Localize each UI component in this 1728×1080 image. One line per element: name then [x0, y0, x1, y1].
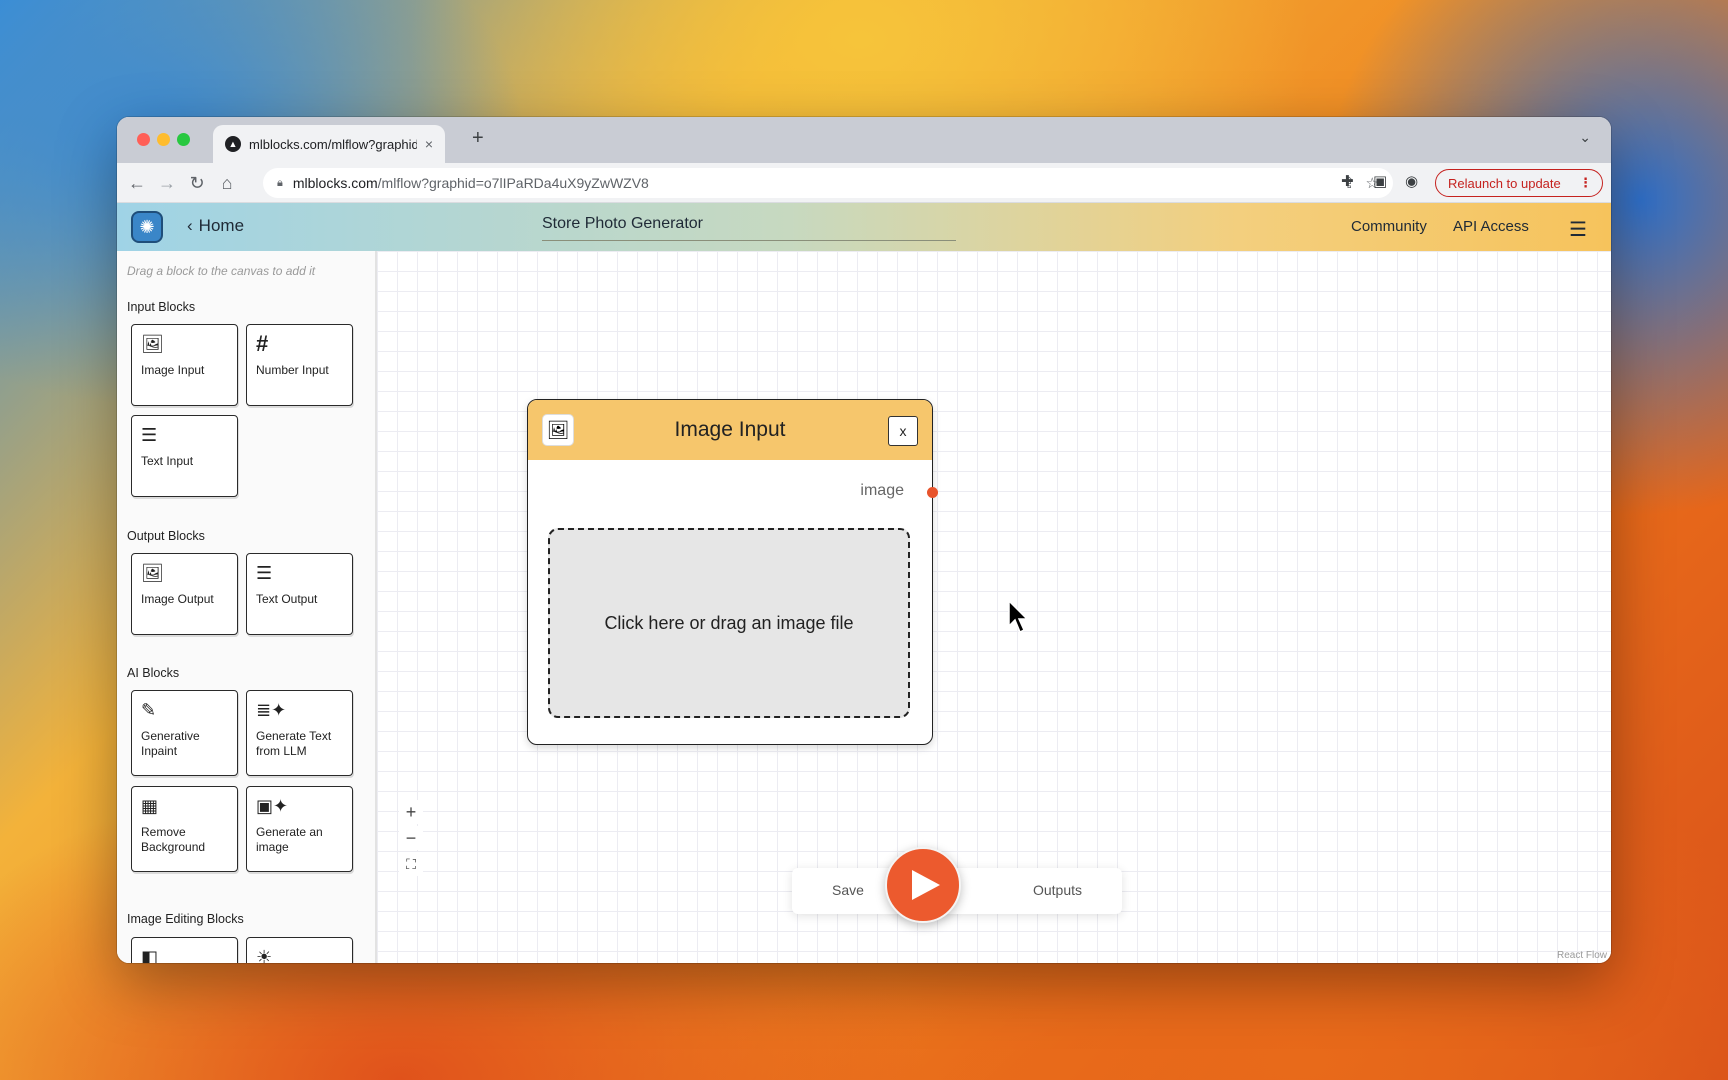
image-icon: 🖼︎ [542, 414, 574, 446]
block-generate-image[interactable]: ▣✦ Generate an image [246, 786, 353, 872]
section-title-output-blocks: Output Blocks [127, 529, 205, 543]
tab-search-icon[interactable]: ⌄ [1579, 129, 1591, 146]
output-port-handle[interactable] [927, 487, 938, 498]
contrast-icon: ◧ [141, 947, 159, 963]
image-icon: 🖼︎ [141, 563, 164, 583]
minimize-window-button[interactable] [157, 133, 170, 146]
browser-tab[interactable]: ▲ mlblocks.com/mlflow?graphid × [213, 125, 445, 163]
outputs-button[interactable]: Outputs [1033, 882, 1082, 898]
mouse-cursor-icon [1008, 600, 1029, 634]
forward-icon[interactable]: → [155, 171, 179, 195]
tab-bar: ▲ mlblocks.com/mlflow?graphid × + ⌄ [117, 117, 1611, 163]
output-port-label: image [860, 482, 904, 499]
section-title-ai-blocks: AI Blocks [127, 666, 180, 680]
api-access-link[interactable]: API Access [1453, 218, 1529, 235]
home-label: Home [198, 216, 245, 235]
image-input-node[interactable]: 🖼︎ Image Input x image Click here or dra… [527, 399, 938, 745]
block-remove-background[interactable]: ▦ Remove Background [131, 786, 238, 872]
run-button[interactable] [885, 847, 961, 923]
node-close-button[interactable]: x [888, 416, 918, 446]
browser-window: ▲ mlblocks.com/mlflow?graphid × + ⌄ ← → … [117, 117, 1611, 963]
text-icon: ☰ [141, 425, 158, 445]
sparkle-image-icon: ▣✦ [256, 796, 289, 816]
block-label: Image Input [141, 363, 205, 377]
block-generate-text-llm[interactable]: ≣✦ Generate Text from LLM [246, 690, 353, 776]
close-window-button[interactable] [137, 133, 150, 146]
section-title-image-editing-blocks: Image Editing Blocks [127, 912, 244, 926]
node-header[interactable]: 🖼︎ Image Input x [528, 400, 932, 460]
app-header: ✺ ‹ Home Store Photo Generator Community… [117, 203, 1611, 251]
lock-icon[interactable]: 🔒︎ [277, 177, 283, 190]
maximize-window-button[interactable] [177, 133, 190, 146]
block-label: Generate an image [256, 825, 323, 854]
brightness-icon: ☀ [256, 947, 273, 963]
hash-icon: # [256, 331, 269, 356]
sidepanel-icon[interactable]: ▣ [1373, 172, 1387, 190]
sparkle-text-icon: ≣✦ [256, 700, 287, 720]
text-icon: ☰ [256, 563, 273, 583]
site-favicon-icon: ▲ [225, 136, 241, 152]
zoom-out-button[interactable]: − [399, 826, 423, 850]
extensions-icon[interactable]: ✚ [1341, 172, 1354, 190]
tab-title: mlblocks.com/mlflow?graphid [249, 136, 417, 152]
fit-view-button[interactable]: ⛶ [399, 852, 423, 876]
block-label: Generative Inpaint [141, 729, 200, 758]
node-title: Image Input [674, 418, 786, 441]
community-link[interactable]: Community [1351, 218, 1427, 235]
reload-icon[interactable]: ↻ [185, 171, 209, 195]
url-text[interactable]: mlblocks.com/mlflow?graphid=o7lIPaRDa4uX… [293, 175, 1333, 191]
home-link[interactable]: ‹ Home [187, 216, 244, 236]
zoom-in-button[interactable]: + [399, 800, 423, 824]
relaunch-label: Relaunch to update [1448, 175, 1561, 191]
play-icon [912, 870, 940, 900]
block-image-input[interactable]: 🖼︎ Image Input [131, 324, 238, 406]
save-button[interactable]: Save [832, 882, 864, 898]
react-flow-attribution[interactable]: React Flow [1557, 950, 1607, 961]
new-tab-button[interactable]: + [472, 127, 484, 150]
block-label: Generate Text from LLM [256, 729, 332, 758]
profile-icon[interactable]: ◉ [1405, 172, 1418, 190]
block-image-editing-2[interactable]: ☀ [246, 937, 353, 963]
chevron-left-icon: ‹ [187, 216, 193, 235]
block-image-editing-1[interactable]: ◧ [131, 937, 238, 963]
browser-toolbar: ← → ↻ ⌂ 🔒︎ mlblocks.com/mlflow?graphid=o… [117, 163, 1611, 203]
remove-bg-icon: ▦ [141, 796, 159, 816]
more-menu-icon[interactable]: ⋮ [1579, 175, 1592, 191]
block-label: Image Output [141, 592, 214, 606]
flow-canvas[interactable]: 🖼︎ Image Input x image Click here or dra… [377, 251, 1611, 963]
sidebar-hint: Drag a block to the canvas to add it [127, 264, 316, 278]
block-palette-sidebar: Drag a block to the canvas to add it Inp… [117, 251, 377, 963]
back-icon[interactable]: ← [125, 171, 149, 195]
home-icon[interactable]: ⌂ [215, 171, 239, 195]
section-title-input-blocks: Input Blocks [127, 300, 196, 314]
block-image-output[interactable]: 🖼︎ Image Output [131, 553, 238, 635]
block-label: Text Input [141, 454, 194, 468]
block-label: Remove Background [141, 825, 206, 854]
tab-close-icon[interactable]: × [425, 136, 433, 152]
block-label: Text Output [256, 592, 318, 606]
block-label: Number Input [256, 363, 329, 377]
hamburger-menu-icon[interactable]: ☰ [1569, 217, 1587, 242]
brush-icon: ✎ [141, 700, 157, 720]
address-bar[interactable]: 🔒︎ mlblocks.com/mlflow?graphid=o7lIPaRDa… [263, 168, 1393, 198]
image-dropzone[interactable]: Click here or drag an image file [548, 528, 910, 718]
app-logo-icon[interactable]: ✺ [131, 211, 163, 243]
block-generative-inpaint[interactable]: ✎ Generative Inpaint [131, 690, 238, 776]
image-icon: 🖼︎ [141, 334, 164, 354]
relaunch-button[interactable]: Relaunch to update ⋮ [1435, 169, 1603, 197]
block-text-output[interactable]: ☰ Text Output [246, 553, 353, 635]
block-text-input[interactable]: ☰ Text Input [131, 415, 238, 497]
document-title-input[interactable]: Store Photo Generator [542, 213, 956, 241]
block-number-input[interactable]: # Number Input [246, 324, 353, 406]
